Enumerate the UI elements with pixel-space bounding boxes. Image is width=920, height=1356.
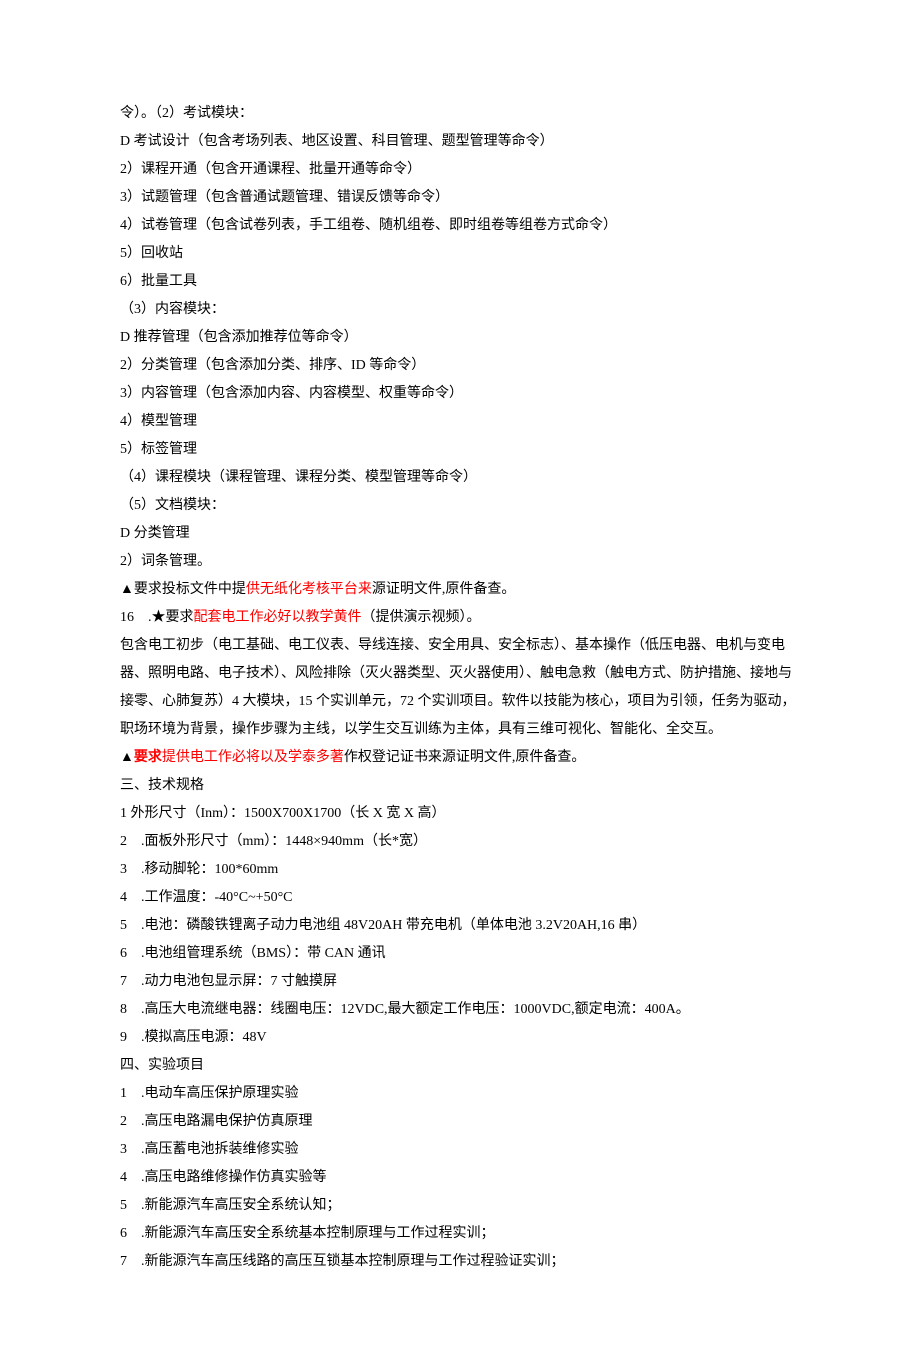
- text-span: 7 .新能源汽车高压线路的高压互锁基本控制原理与工作过程验证实训；: [120, 1254, 565, 1269]
- text-line: 4 .工作温度：-40°C~+50°C: [120, 884, 800, 912]
- text-span: 6 .新能源汽车高压安全系统基本控制原理与工作过程实训；: [120, 1226, 495, 1241]
- text-line: 2 .高压电路漏电保护仿真原理: [120, 1108, 800, 1136]
- text-line: 6）批量工具: [120, 268, 800, 296]
- text-span: 源证明文件,原件备查。: [372, 582, 516, 597]
- text-span: （4）课程模块（课程管理、课程分类、模型管理等命令）: [120, 470, 477, 485]
- text-span: 5）回收站: [120, 246, 183, 261]
- text-span: 2）词条管理。: [120, 554, 211, 569]
- text-line: 9 .模拟高压电源：48V: [120, 1024, 800, 1052]
- text-line: 2 .面板外形尺寸（mm）：1448×940mm（长*宽）: [120, 828, 800, 856]
- text-line: 1 外形尺寸（Inm）：1500X700X1700（长 X 宽 X 高）: [120, 800, 800, 828]
- text-span: 作权登记证书来源证明文件,原件备查。: [344, 750, 586, 765]
- text-span: 令）。（2）考试模块：: [120, 106, 253, 121]
- text-line: （3）内容模块：: [120, 296, 800, 324]
- text-line: 8 .高压大电流继电器：线圈电压：12VDC,最大额定工作电压：1000VDC,…: [120, 996, 800, 1024]
- text-span: （5）文档模块：: [120, 498, 225, 513]
- text-span: 3 .移动脚轮：100*60mm: [120, 862, 278, 877]
- text-span: D 推荐管理（包含添加推荐位等命令）: [120, 330, 358, 345]
- text-span: 1 外形尺寸（Inm）：1500X700X1700（长 X 宽 X 高）: [120, 806, 446, 821]
- text-span: D 考试设计（包含考场列表、地区设置、科目管理、题型管理等命令）: [120, 134, 554, 149]
- text-line: 三、技术规格: [120, 772, 800, 800]
- text-span: 四、实验项目: [120, 1058, 204, 1073]
- text-span: 16 .★要求: [120, 610, 194, 625]
- text-line: （4）课程模块（课程管理、课程分类、模型管理等命令）: [120, 464, 800, 492]
- text-span: 9 .模拟高压电源：48V: [120, 1030, 267, 1045]
- document-body: 令）。（2）考试模块： D 考试设计（包含考场列表、地区设置、科目管理、题型管理等…: [120, 100, 800, 1276]
- text-span: 4）模型管理: [120, 414, 197, 429]
- text-line: 6 .新能源汽车高压安全系统基本控制原理与工作过程实训；: [120, 1220, 800, 1248]
- text-line: 4）试卷管理（包含试卷列表，手工组卷、随机组卷、即时组卷等组卷方式命令）: [120, 212, 800, 240]
- text-span: 2 .面板外形尺寸（mm）：1448×940mm（长*宽）: [120, 834, 427, 849]
- text-span: 包含电工初步（电工基础、电工仪表、导线连接、安全用具、安全标志）、基本操作（低压…: [120, 638, 796, 737]
- text-line: 5）标签管理: [120, 436, 800, 464]
- text-span: 配套电工作必好以教学黄件: [194, 610, 362, 625]
- text-span: 1 .电动车高压保护原理实验: [120, 1086, 299, 1101]
- text-span: D 分类管理: [120, 526, 190, 541]
- text-line: 令）。（2）考试模块：: [120, 100, 800, 128]
- text-span: 5 .电池：磷酸铁锂离子动力电池组 48V20AH 带充电机（单体电池 3.2V…: [120, 918, 646, 933]
- text-span: 平台来: [330, 582, 372, 597]
- text-line: 1 .电动车高压保护原理实验: [120, 1080, 800, 1108]
- text-line: 16 .★要求配套电工作必好以教学黄件（提供演示视频）。: [120, 604, 800, 632]
- text-line: （5）文档模块：: [120, 492, 800, 520]
- text-line: 7 .动力电池包显示屏：7 寸触摸屏: [120, 968, 800, 996]
- text-span: 多著: [316, 750, 344, 765]
- text-line: 4 .高压电路维修操作仿真实验等: [120, 1164, 800, 1192]
- text-line: 5 .新能源汽车高压安全系统认知；: [120, 1192, 800, 1220]
- text-line: 3 .移动脚轮：100*60mm: [120, 856, 800, 884]
- text-line: 7 .新能源汽车高压线路的高压互锁基本控制原理与工作过程验证实训；: [120, 1248, 800, 1276]
- text-line: 3）试题管理（包含普通试题管理、错误反馈等命令）: [120, 184, 800, 212]
- text-span: 提供电工作必将以及学泰: [162, 750, 316, 765]
- text-line: D 考试设计（包含考场列表、地区设置、科目管理、题型管理等命令）: [120, 128, 800, 156]
- text-span: 2）分类管理（包含添加分类、排序、ID 等命令）: [120, 358, 425, 373]
- text-line: 3 .高压蓄电池拆装维修实验: [120, 1136, 800, 1164]
- text-line: 5）回收站: [120, 240, 800, 268]
- text-span: 5）标签管理: [120, 442, 197, 457]
- text-line: D 分类管理: [120, 520, 800, 548]
- text-span: 三、技术规格: [120, 778, 204, 793]
- text-span: 2 .高压电路漏电保护仿真原理: [120, 1114, 313, 1129]
- text-span: 6）批量工具: [120, 274, 197, 289]
- text-span: 6 .电池组管理系统（BMS）：带 CAN 通讯: [120, 946, 386, 961]
- text-span: （提供演示视频）。: [362, 610, 481, 625]
- text-line: 2）词条管理。: [120, 548, 800, 576]
- text-line: 2）分类管理（包含添加分类、排序、ID 等命令）: [120, 352, 800, 380]
- text-line: 5 .电池：磷酸铁锂离子动力电池组 48V20AH 带充电机（单体电池 3.2V…: [120, 912, 800, 940]
- text-span: 2）课程开通（包含开通课程、批量开通等命令）: [120, 162, 421, 177]
- text-span: 7 .动力电池包显示屏：7 寸触摸屏: [120, 974, 337, 989]
- text-line: 2）课程开通（包含开通课程、批量开通等命令）: [120, 156, 800, 184]
- text-span: （3）内容模块：: [120, 302, 225, 317]
- text-line: ▲要求提供电工作必将以及学泰多著作权登记证书来源证明文件,原件备查。: [120, 744, 800, 772]
- text-line: 4）模型管理: [120, 408, 800, 436]
- text-span: 4 .高压电路维修操作仿真实验等: [120, 1170, 327, 1185]
- text-span: 3 .高压蓄电池拆装维修实验: [120, 1142, 299, 1157]
- text-line: D 推荐管理（包含添加推荐位等命令）: [120, 324, 800, 352]
- text-line: 6 .电池组管理系统（BMS）：带 CAN 通讯: [120, 940, 800, 968]
- text-line: 3）内容管理（包含添加内容、内容模型、权重等命令）: [120, 380, 800, 408]
- text-span: 3）试题管理（包含普通试题管理、错误反馈等命令）: [120, 190, 449, 205]
- text-span: ▲: [120, 750, 134, 765]
- text-span: 要求: [134, 750, 162, 765]
- text-line: 四、实验项目: [120, 1052, 800, 1080]
- text-line: 包含电工初步（电工基础、电工仪表、导线连接、安全用具、安全标志）、基本操作（低压…: [120, 632, 800, 744]
- text-span: 8 .高压大电流继电器：线圈电压：12VDC,最大额定工作电压：1000VDC,…: [120, 1002, 690, 1017]
- text-span: 5 .新能源汽车高压安全系统认知；: [120, 1198, 341, 1213]
- text-span: 4）试卷管理（包含试卷列表，手工组卷、随机组卷、即时组卷等组卷方式命令）: [120, 218, 617, 233]
- text-span: ▲要求投标文件中提: [120, 582, 246, 597]
- text-span: 供无纸化考核: [246, 582, 330, 597]
- text-span: 3）内容管理（包含添加内容、内容模型、权重等命令）: [120, 386, 463, 401]
- text-span: 4 .工作温度：-40°C~+50°C: [120, 890, 293, 905]
- text-line: ▲要求投标文件中提供无纸化考核平台来源证明文件,原件备查。: [120, 576, 800, 604]
